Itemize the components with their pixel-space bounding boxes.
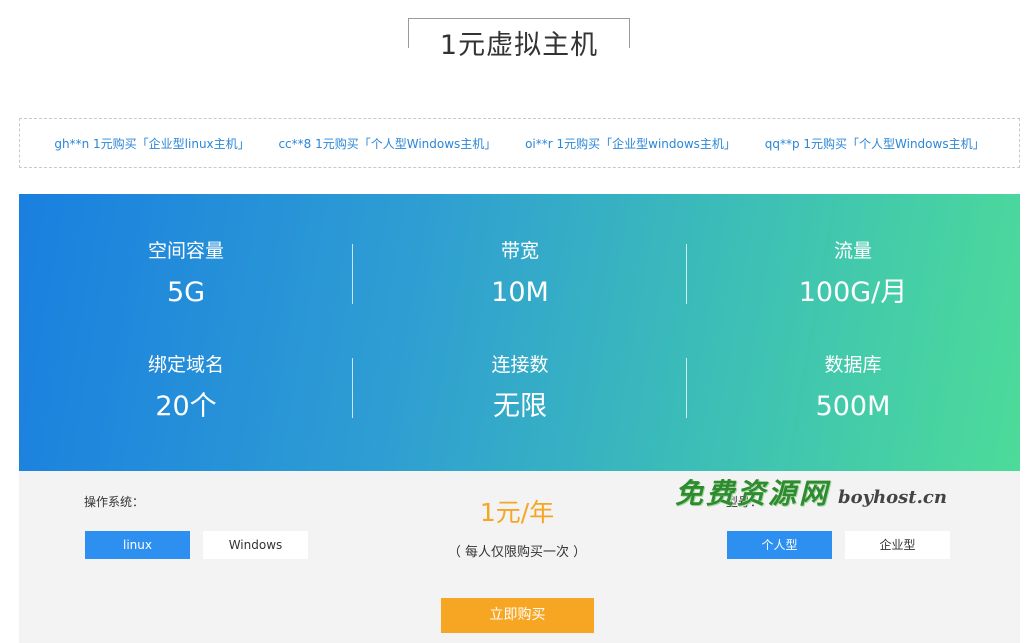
purchase-ticker: gh**n 1元购买「企业型linux主机」 cc**8 1元购买「个人型Win… [19, 118, 1020, 168]
spec-value: 5G [166, 277, 206, 308]
ticker-item[interactable]: qq**p 1元购买「个人型Windows主机」 [765, 135, 985, 152]
watermark-en: boyhost.cn [838, 487, 947, 508]
price: 1元/年 [479, 498, 555, 527]
spec-value: 20个 [155, 391, 217, 422]
spec-domains: 绑定域名 20个 [19, 353, 353, 425]
watermark-cn: 免费资源网 [675, 477, 831, 510]
spec-banner: 空间容量 5G 带宽 10M 流量 100G/月 绑定域名 20个 连接数 无限… [19, 194, 1020, 471]
spec-label: 空间容量 [147, 240, 224, 262]
spec-label: 绑定域名 [147, 354, 224, 376]
type-option-personal[interactable]: 个人型 [727, 531, 832, 559]
buy-now-button[interactable]: 立即购买 [441, 598, 594, 633]
page-title: 1元虚拟主机 [428, 26, 610, 66]
spec-value: 无限 [493, 391, 547, 422]
ticker-item[interactable]: oi**r 1元购买「企业型windows主机」 [525, 135, 736, 152]
spec-value: 10M [491, 277, 549, 308]
purchase-limit-note: （ 每人仅限购买一次 ） [447, 545, 587, 560]
os-option-windows[interactable]: Windows [203, 531, 308, 559]
spec-value: 100G/月 [798, 277, 908, 308]
spec-value: 500M [815, 391, 891, 422]
spec-storage: 空间容量 5G [19, 239, 353, 311]
spec-label: 连接数 [491, 354, 549, 376]
ticker-item[interactable]: gh**n 1元购买「企业型linux主机」 [54, 135, 249, 152]
section-title-frame: 1元虚拟主机 [408, 18, 630, 66]
watermark: 免费资源网 boyhost.cn [675, 472, 947, 512]
spec-bandwidth: 带宽 10M [353, 239, 687, 311]
spec-traffic: 流量 100G/月 [686, 239, 1020, 311]
ticker-item[interactable]: cc**8 1元购买「个人型Windows主机」 [278, 135, 496, 152]
spec-connections: 连接数 无限 [353, 353, 687, 425]
spec-label: 流量 [833, 240, 872, 262]
spec-label: 带宽 [500, 240, 539, 262]
os-option-linux[interactable]: linux [85, 531, 190, 559]
os-label: 操作系统： [84, 495, 145, 509]
spec-database: 数据库 500M [686, 353, 1020, 425]
spec-label: 数据库 [824, 354, 882, 376]
type-option-enterprise[interactable]: 企业型 [845, 531, 950, 559]
